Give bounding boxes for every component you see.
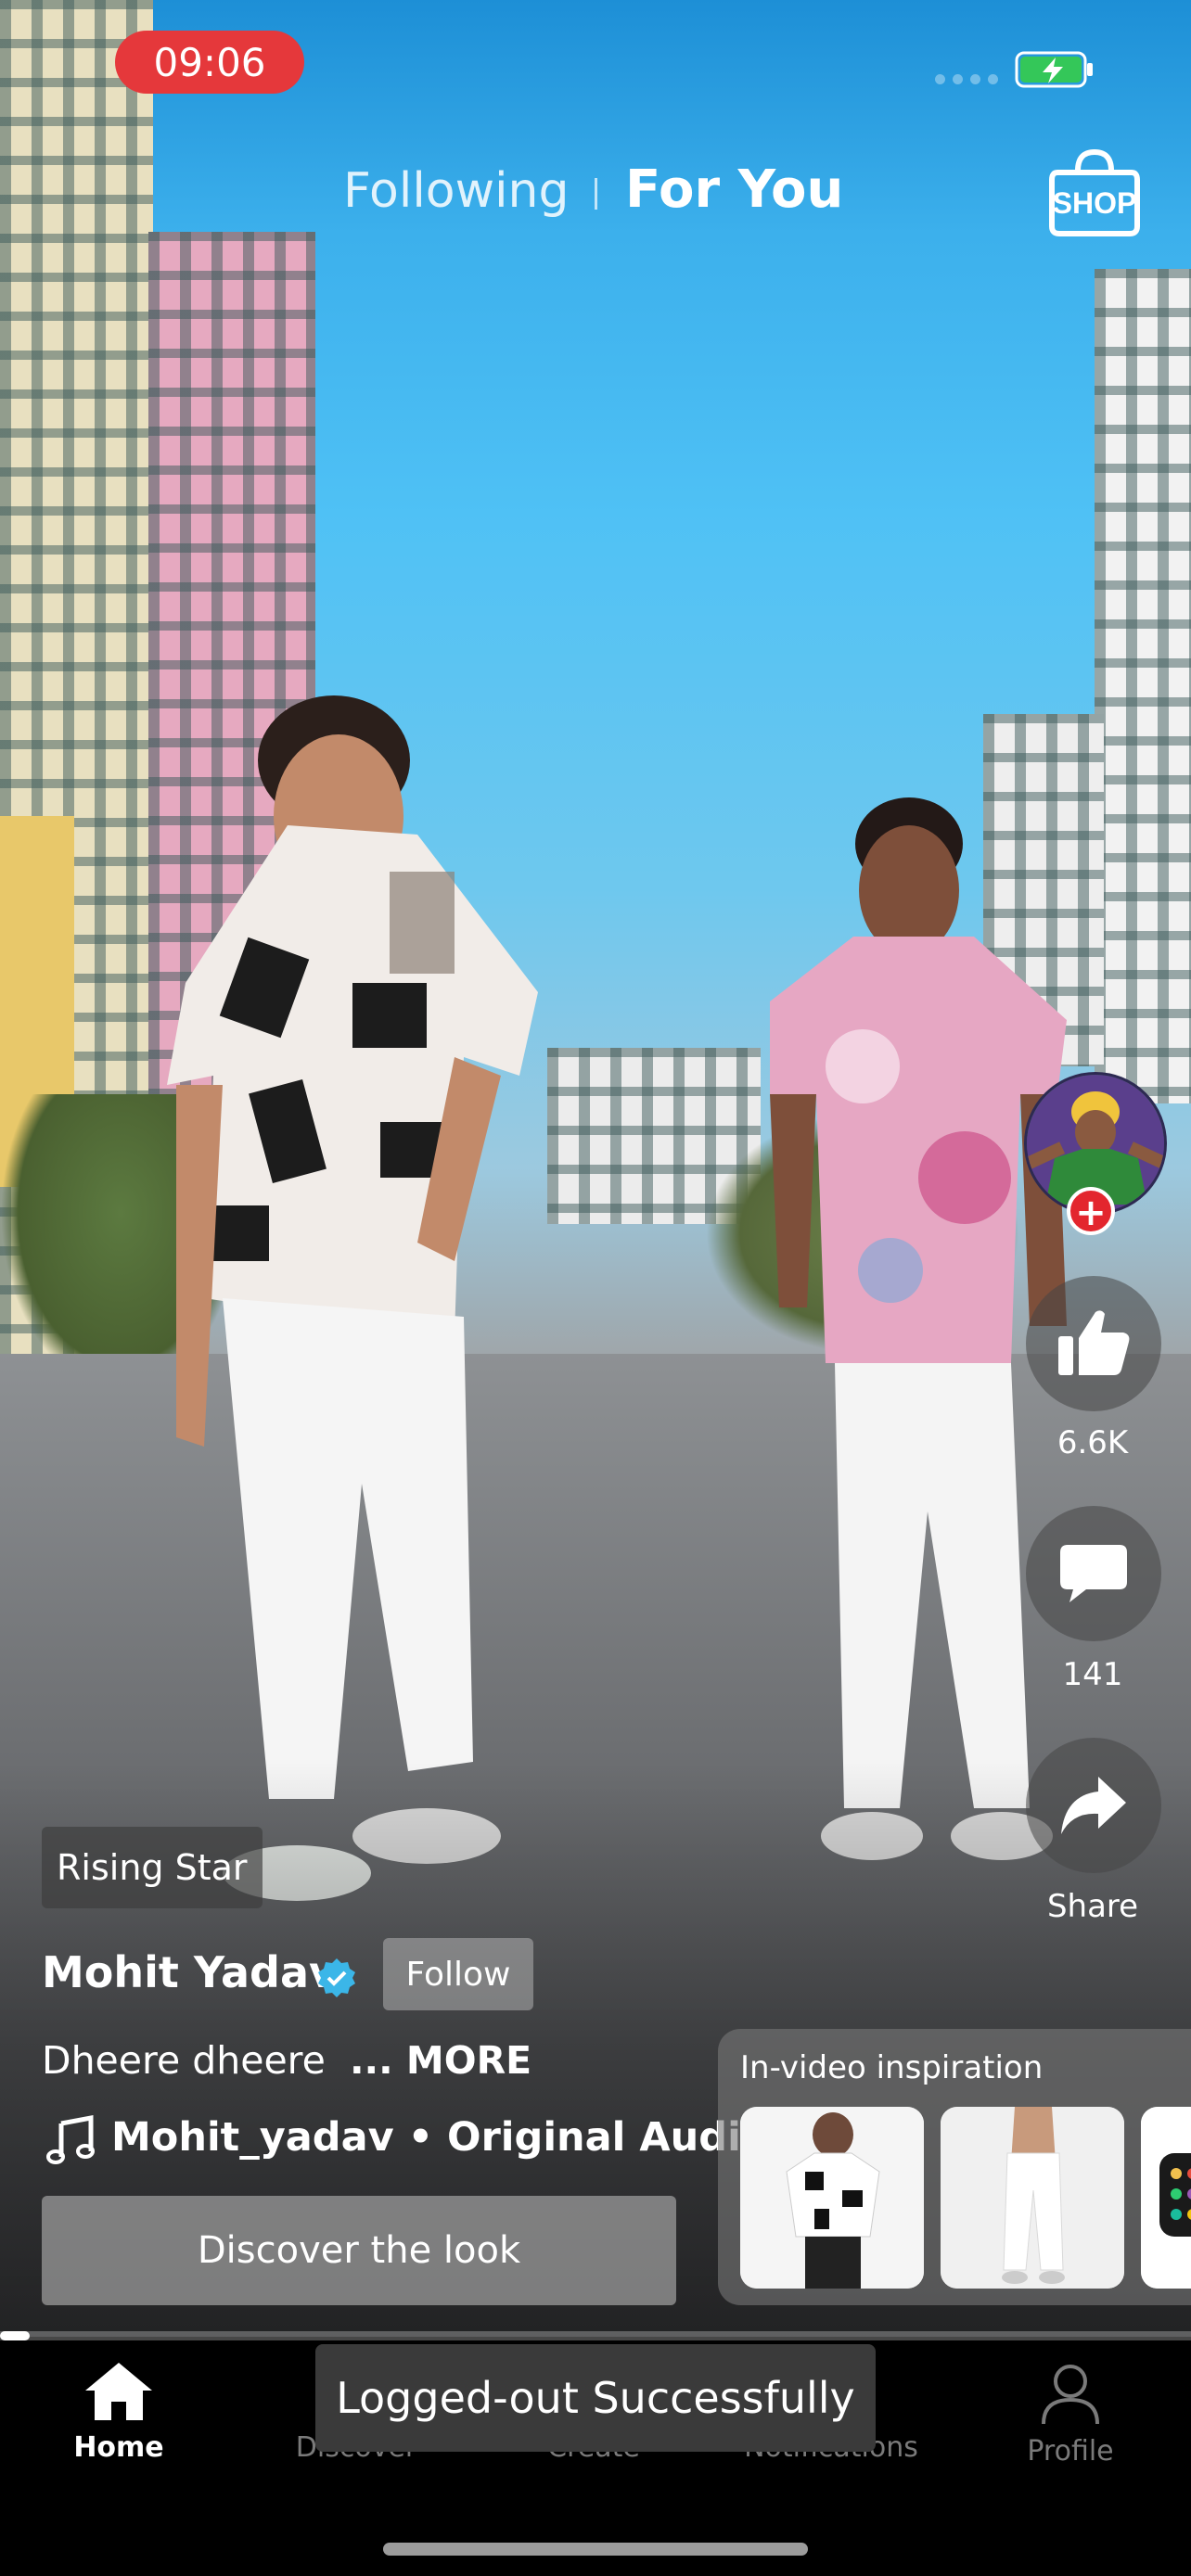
nav-home[interactable]: Home [17, 2361, 221, 2464]
profile-icon [1042, 2365, 1099, 2425]
comment-icon [1060, 1545, 1127, 1602]
status-time: 09:06 [115, 31, 304, 94]
rising-star-badge: Rising Star [42, 1827, 263, 1908]
caption: Dheere dheere ... MORE [42, 2038, 531, 2083]
home-icon [85, 2363, 152, 2420]
video-progress-fill [0, 2331, 31, 2340]
caption-text: Dheere dheere [42, 2038, 326, 2083]
battery-icon [1015, 51, 1093, 88]
shopping-bag-icon: SHOP [1049, 148, 1140, 236]
product-thumbnail-watch[interactable] [1141, 2107, 1191, 2289]
share-arrow-icon [1061, 1777, 1126, 1834]
like-count: 6.6K [1057, 1424, 1129, 1461]
product-thumbnail-pants[interactable] [941, 2107, 1124, 2289]
follow-button[interactable]: Follow [383, 1938, 533, 2010]
music-note-icon [46, 2114, 95, 2164]
video-progress-bar[interactable] [0, 2331, 1191, 2340]
building [1095, 269, 1191, 1103]
share-button[interactable] [1026, 1738, 1161, 1873]
comment-count: 141 [1062, 1656, 1123, 1693]
pants-model-image [941, 2107, 1124, 2289]
comment-button[interactable] [1026, 1506, 1161, 1641]
share-label: Share [1046, 1888, 1139, 1925]
home-indicator[interactable] [383, 2543, 808, 2556]
shop-button[interactable]: SHOP [1046, 148, 1143, 237]
toast-message: Logged-out Successfully [315, 2344, 876, 2452]
nav-profile-label: Profile [1027, 2435, 1114, 2468]
like-button[interactable] [1026, 1276, 1161, 1411]
in-video-inspiration-panel: In-video inspiration [718, 2029, 1191, 2305]
dancer-left [167, 695, 538, 1901]
verified-icon [318, 1958, 355, 1997]
thumbs-up-icon [1058, 1310, 1130, 1375]
tab-following[interactable]: Following [343, 163, 570, 219]
creator-name[interactable]: Mohit Yadav [42, 1947, 337, 1997]
tab-for-you[interactable]: For You [625, 159, 843, 220]
follow-plus-icon[interactable]: + [1067, 1187, 1115, 1235]
inspiration-title: In-video inspiration [740, 2049, 1044, 2086]
audio-title[interactable]: Mohit_yadav • Original Audio [111, 2114, 768, 2161]
shirt-model-image [740, 2107, 924, 2289]
app-screen: 09:06 Following For You SHOP + 6.6K 141 … [0, 0, 1191, 2576]
shop-label: SHOP [1053, 186, 1137, 220]
signal-icon [935, 74, 998, 84]
nav-home-label: Home [73, 2431, 164, 2464]
product-thumbnail-shirt[interactable] [740, 2107, 924, 2289]
tab-divider [595, 178, 597, 210]
nav-profile[interactable]: Profile [968, 2361, 1172, 2468]
more-link[interactable]: ... MORE [350, 2038, 531, 2083]
smartwatch-image [1141, 2107, 1191, 2289]
discover-the-look-button[interactable]: Discover the look [42, 2196, 676, 2305]
